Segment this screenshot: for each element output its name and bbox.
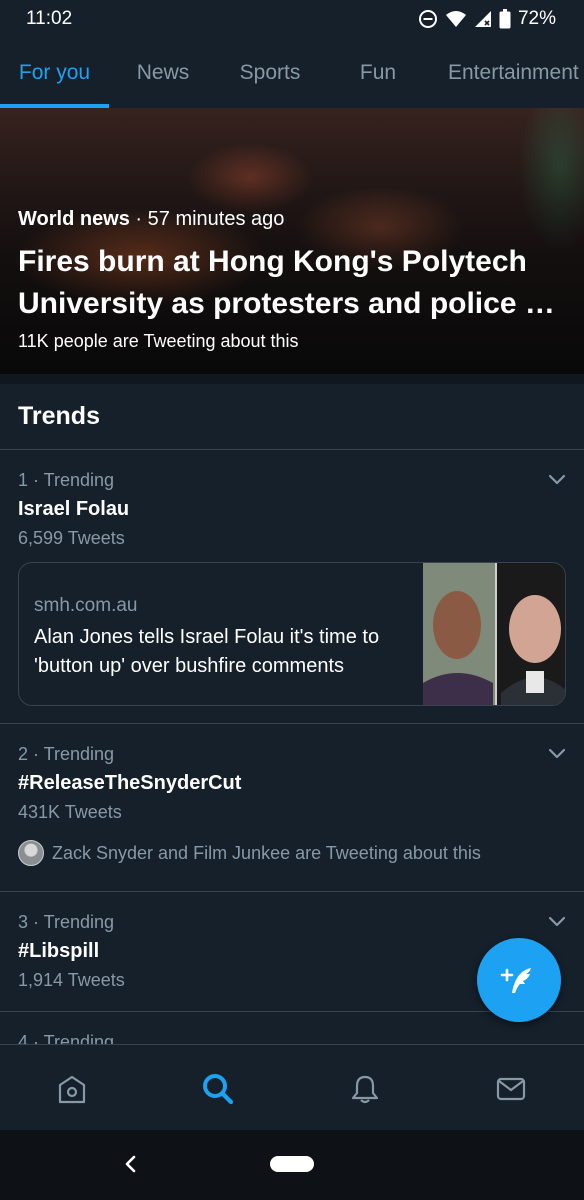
search-icon <box>203 1074 234 1105</box>
compose-tweet-icon <box>500 968 531 993</box>
hero-tweet-count: 11K people are Tweeting about this <box>18 331 299 351</box>
tab-label: Fun <box>359 61 397 84</box>
tab-sports[interactable]: Sports <box>217 38 323 108</box>
trend-tweet-count: 1,914 Tweets <box>18 970 125 990</box>
chevron-down-icon[interactable] <box>548 474 566 486</box>
chevron-down-icon[interactable] <box>548 748 566 760</box>
section-divider <box>0 374 584 384</box>
card-title: Alan Jones tells Israel Folau it's time … <box>34 626 380 677</box>
nav-search[interactable] <box>198 1069 238 1109</box>
social-context-text: Zack Snyder and Film Junkee are Tweeting… <box>52 842 481 863</box>
status-time: 11:02 <box>26 8 73 29</box>
system-back-button[interactable] <box>118 1152 142 1176</box>
explore-tabs: For you News Sports Fun Entertainment <box>0 38 584 108</box>
battery-icon <box>499 9 511 29</box>
trend-item[interactable]: 2 · Trending #ReleaseTheSnyderCut 431K T… <box>0 724 584 892</box>
system-home-pill[interactable] <box>270 1156 314 1172</box>
system-navigation-bar <box>0 1130 584 1200</box>
chevron-down-icon[interactable] <box>548 916 566 928</box>
back-icon <box>125 1155 136 1173</box>
compose-tweet-button[interactable] <box>477 938 561 1022</box>
trend-item[interactable]: 1 · Trending Israel Folau 6,599 Tweets s… <box>0 450 584 724</box>
notifications-icon <box>351 1075 379 1104</box>
social-context: Zack Snyder and Film Junkee are Tweeting… <box>18 840 481 866</box>
tab-fun[interactable]: Fun <box>323 38 433 108</box>
bottom-navigation <box>0 1044 584 1130</box>
home-icon <box>58 1075 86 1104</box>
signal-icon <box>474 11 491 27</box>
tab-news[interactable]: News <box>109 38 217 108</box>
hero-text: World news · 57 minutes ago Fires burn a… <box>18 208 566 352</box>
avatar <box>18 840 44 866</box>
status-bar: 11:02 72% <box>0 0 584 38</box>
trends-title: Trends <box>18 402 100 430</box>
trends-header: Trends <box>0 384 584 450</box>
nav-home[interactable] <box>52 1069 92 1109</box>
status-icons: 72% <box>418 8 556 30</box>
trend-rank: 1 · Trending <box>18 470 115 490</box>
hero-category: World news <box>18 208 130 230</box>
hero-time: · 57 minutes ago <box>129 208 285 230</box>
link-card[interactable]: smh.com.au Alan Jones tells Israel Folau… <box>18 562 566 706</box>
trend-tweet-count: 431K Tweets <box>18 802 122 822</box>
trend-rank: 3 · Trending <box>18 912 115 932</box>
card-thumbnail <box>423 563 565 705</box>
tab-for-you[interactable]: For you <box>0 38 109 108</box>
trend-name: #ReleaseTheSnyderCut <box>18 772 242 794</box>
trend-name: Israel Folau <box>18 498 130 520</box>
tab-label: News <box>136 61 190 84</box>
hero-story[interactable]: World news · 57 minutes ago Fires burn a… <box>0 108 584 374</box>
trend-tweet-count: 6,599 Tweets <box>18 528 125 548</box>
trend-rank: 2 · Trending <box>18 744 115 764</box>
wifi-icon <box>445 11 466 27</box>
dnd-icon <box>418 10 437 28</box>
card-domain: smh.com.au <box>34 595 138 616</box>
hero-meta: World news · 57 minutes ago <box>18 208 566 231</box>
battery-percent: 72% <box>517 8 556 29</box>
tab-label: For you <box>18 61 91 84</box>
tab-entertainment[interactable]: Entertainment <box>433 38 584 108</box>
messages-icon <box>496 1077 526 1101</box>
hero-headline: Fires burn at Hong Kong's Polytech Unive… <box>18 245 555 320</box>
tab-label: Sports <box>239 61 301 84</box>
nav-notifications[interactable] <box>345 1069 385 1109</box>
trend-name: #Libspill <box>18 940 100 962</box>
nav-messages[interactable] <box>491 1069 531 1109</box>
tab-label: Entertainment <box>448 61 579 84</box>
